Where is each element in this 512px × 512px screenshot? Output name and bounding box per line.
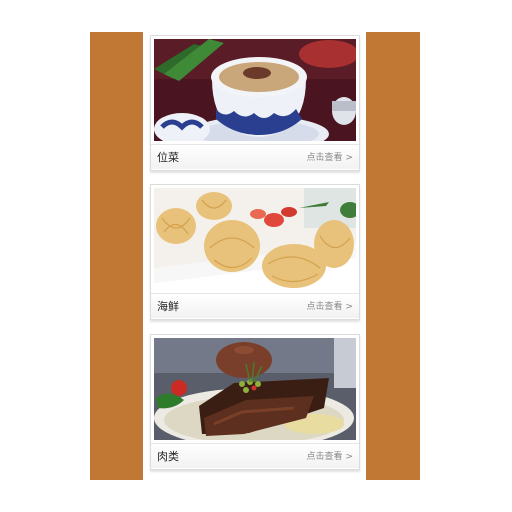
card-footer: 海鲜 点击查看 > xyxy=(151,293,359,318)
category-card-2[interactable]: 海鲜 点击查看 > xyxy=(150,184,360,320)
seafood-photo xyxy=(154,188,356,290)
card-title: 肉类 xyxy=(157,450,179,463)
soup-photo xyxy=(154,39,356,141)
view-more-link[interactable]: 点击查看 > xyxy=(306,449,353,462)
chevron-right-icon: > xyxy=(345,302,353,312)
chevron-right-icon: > xyxy=(345,153,353,163)
view-more-link[interactable]: 点击查看 > xyxy=(306,299,353,312)
card-title: 海鲜 xyxy=(157,300,179,313)
card-title: 位菜 xyxy=(157,151,179,164)
card-footer: 位菜 点击查看 > xyxy=(151,144,359,169)
category-card-3[interactable]: 肉类 点击查看 > xyxy=(150,334,360,470)
view-more-link[interactable]: 点击查看 > xyxy=(306,150,353,163)
card-footer: 肉类 点击查看 > xyxy=(151,443,359,468)
right-brown-band xyxy=(366,32,420,480)
meat-photo xyxy=(154,338,356,440)
category-card-1[interactable]: 位菜 点击查看 > xyxy=(150,35,360,171)
left-brown-band xyxy=(90,32,143,480)
chevron-right-icon: > xyxy=(345,452,353,462)
